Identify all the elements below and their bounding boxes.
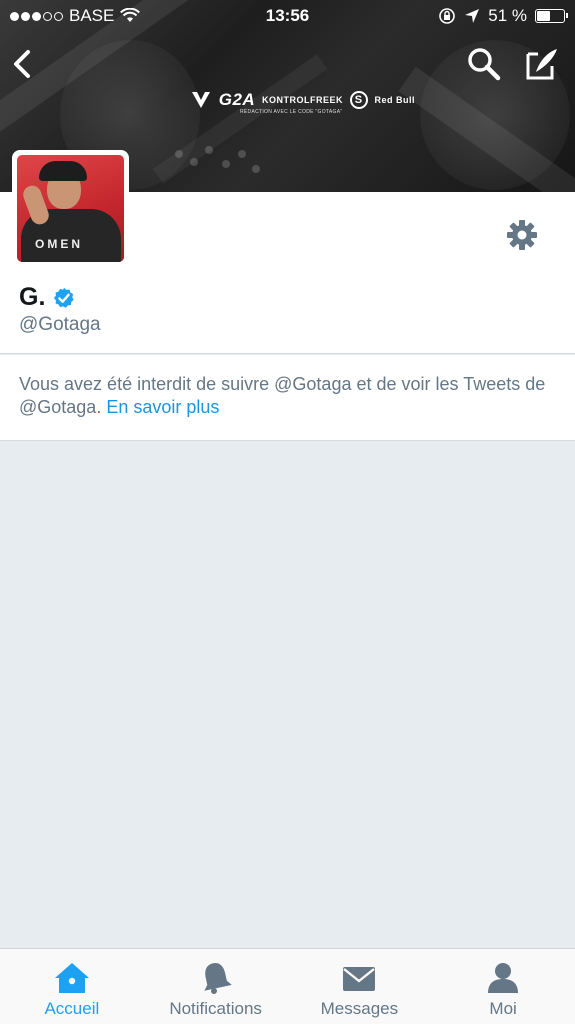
tab-home-label: Accueil: [44, 999, 100, 1018]
avatar[interactable]: OMEN: [12, 150, 129, 267]
tab-notifications[interactable]: Notifications: [144, 949, 288, 1024]
envelope-icon: [343, 967, 376, 991]
display-name: G.: [19, 283, 46, 311]
bottom-tab-bar: Accueil Notifications Messages Moi: [0, 948, 575, 1024]
battery-icon: [535, 9, 568, 23]
user-handle: @Gotaga: [19, 314, 101, 335]
compose-tweet-button[interactable]: [524, 46, 560, 82]
display-name-row: G.: [19, 283, 75, 312]
verified-badge-icon: [54, 287, 75, 308]
sponsor-g2a: G2A: [218, 90, 256, 109]
settings-button[interactable]: [505, 218, 539, 252]
gear-icon: [507, 220, 537, 250]
search-button[interactable]: [466, 46, 502, 82]
tab-notifications-label: Notifications: [169, 999, 262, 1018]
avatar-photo: OMEN: [17, 155, 124, 262]
battery-percent: 51 %: [488, 6, 527, 25]
tab-messages-label: Messages: [320, 999, 399, 1018]
sponsor-kontrolfreek: KONTROLFREEK: [261, 95, 343, 105]
tab-home[interactable]: Accueil: [0, 949, 144, 1024]
blocked-notice: Vous avez été interdit de suivre @Gotaga…: [0, 355, 575, 441]
tab-me[interactable]: Moi: [431, 949, 575, 1024]
home-icon: [54, 963, 89, 993]
search-icon: [468, 48, 501, 81]
chevron-left-icon: [14, 50, 30, 78]
status-bar: BASE 13:56 51 %: [0, 0, 575, 32]
blocked-notice-text: Vous avez été interdit de suivre @Gotaga…: [19, 374, 546, 417]
back-button[interactable]: [8, 44, 38, 84]
location-arrow-icon: [465, 9, 480, 23]
sponsor-redbull: Red Bull: [374, 95, 415, 105]
compose-icon: [526, 49, 557, 80]
learn-more-link[interactable]: En savoir plus: [106, 397, 219, 417]
person-icon: [488, 963, 519, 993]
sponsor-coin: S: [349, 91, 368, 109]
team-logo-icon: [192, 92, 210, 108]
tab-messages[interactable]: Messages: [288, 949, 432, 1024]
avatar-shirt-text: OMEN: [35, 237, 83, 251]
rotation-lock-icon: [439, 8, 456, 24]
bell-icon: [204, 963, 232, 994]
sponsor-note: RÉDACTION AVEC LE CODE "GOTAGA": [240, 109, 343, 115]
tab-me-label: Moi: [489, 999, 517, 1018]
